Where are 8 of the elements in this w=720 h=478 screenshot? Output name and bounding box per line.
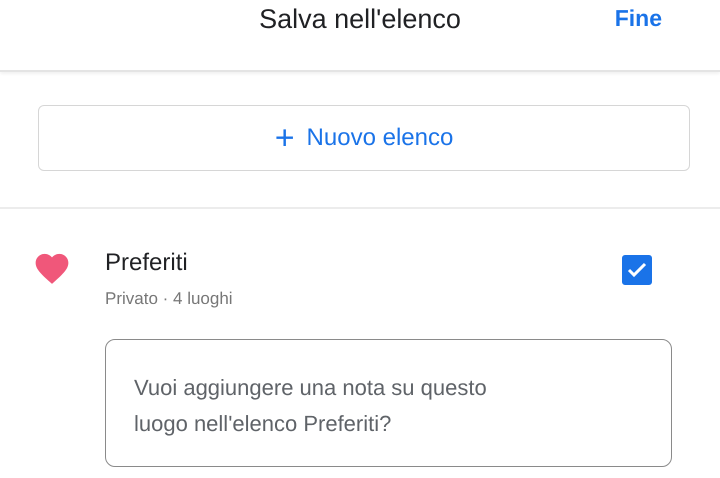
note-field[interactable]: Vuoi aggiungere una nota su questo luogo nell'elenco Preferiti?	[105, 339, 672, 467]
list-details: Privato · 4 luoghi	[105, 289, 234, 309]
done-button[interactable]: Fine	[614, 5, 662, 32]
list-checkbox[interactable]	[622, 255, 652, 285]
new-list-button[interactable]: + Nuovo elenco	[38, 105, 690, 171]
screen-title: Salva nell'elenco	[259, 4, 461, 35]
list-name: Preferiti	[105, 249, 189, 277]
check-icon	[627, 262, 647, 278]
